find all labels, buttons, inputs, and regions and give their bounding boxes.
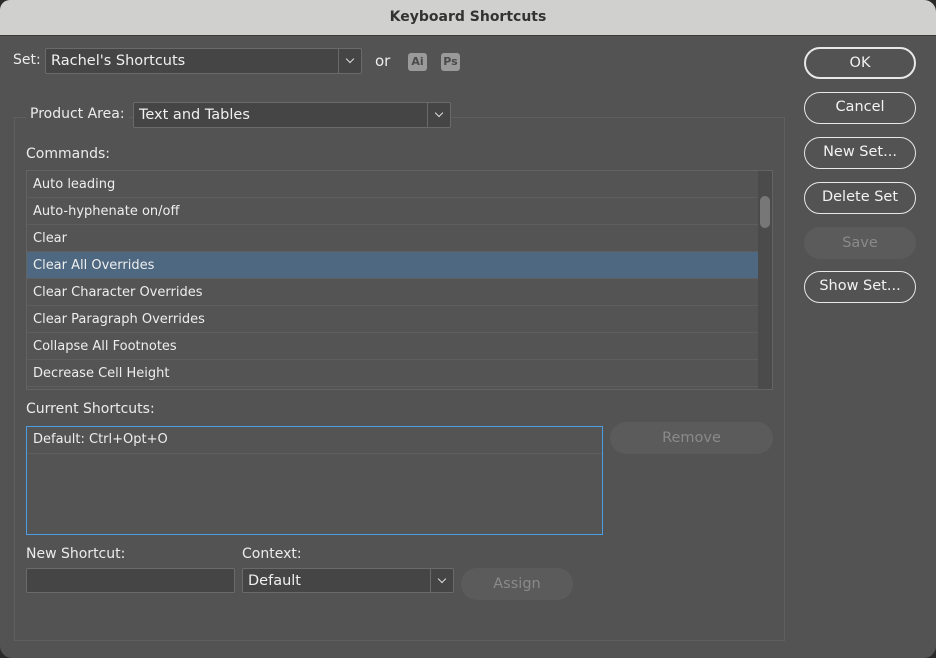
command-item[interactable]: Decrease Cell Height: [27, 360, 758, 387]
commands-scrollbar[interactable]: [758, 171, 772, 389]
shortcut-item[interactable]: Default: Ctrl+Opt+O: [27, 427, 602, 454]
keyboard-shortcuts-dialog: Keyboard Shortcuts Set: Rachel's Shortcu…: [0, 0, 936, 658]
assign-button[interactable]: Assign: [461, 568, 573, 600]
context-value: Default: [248, 573, 301, 589]
chevron-down-icon: [338, 49, 361, 73]
commands-label: Commands:: [26, 146, 110, 162]
current-shortcuts-list[interactable]: Default: Ctrl+Opt+O: [26, 426, 603, 535]
photoshop-set-icon[interactable]: Ps: [441, 53, 460, 71]
command-item-selected[interactable]: Clear All Overrides: [27, 252, 758, 279]
remove-button[interactable]: Remove: [610, 422, 773, 454]
delete-set-button[interactable]: Delete Set: [804, 182, 916, 214]
command-item[interactable]: Clear: [27, 225, 758, 252]
product-area-dropdown[interactable]: Text and Tables: [133, 102, 451, 128]
show-set-button[interactable]: Show Set...: [804, 271, 916, 303]
set-value: Rachel's Shortcuts: [51, 53, 186, 69]
set-label: Set:: [13, 52, 41, 68]
command-item[interactable]: Auto leading: [27, 171, 758, 198]
context-label: Context:: [242, 546, 302, 562]
new-set-button[interactable]: New Set...: [804, 137, 916, 169]
current-shortcuts-label: Current Shortcuts:: [26, 401, 155, 417]
chevron-down-icon: [430, 569, 453, 592]
save-button[interactable]: Save: [804, 227, 916, 259]
dialog-title: Keyboard Shortcuts: [0, 0, 936, 36]
chevron-down-icon: [427, 103, 450, 127]
command-item[interactable]: Clear Paragraph Overrides: [27, 306, 758, 333]
new-shortcut-label: New Shortcut:: [26, 546, 126, 562]
illustrator-set-icon[interactable]: Ai: [408, 53, 427, 71]
command-item[interactable]: Clear Character Overrides: [27, 279, 758, 306]
cancel-button[interactable]: Cancel: [804, 92, 916, 124]
product-area-value: Text and Tables: [139, 107, 250, 123]
context-dropdown[interactable]: Default: [242, 568, 454, 593]
set-dropdown[interactable]: Rachel's Shortcuts: [45, 48, 362, 74]
scrollbar-thumb[interactable]: [760, 196, 770, 228]
command-item[interactable]: Auto-hyphenate on/off: [27, 198, 758, 225]
new-shortcut-input[interactable]: [26, 568, 235, 593]
ok-button[interactable]: OK: [804, 47, 916, 79]
commands-list[interactable]: Auto leading Auto-hyphenate on/off Clear…: [26, 170, 773, 390]
product-area-label: Product Area:: [26, 106, 129, 122]
or-label: or: [375, 52, 391, 70]
command-item[interactable]: Collapse All Footnotes: [27, 333, 758, 360]
